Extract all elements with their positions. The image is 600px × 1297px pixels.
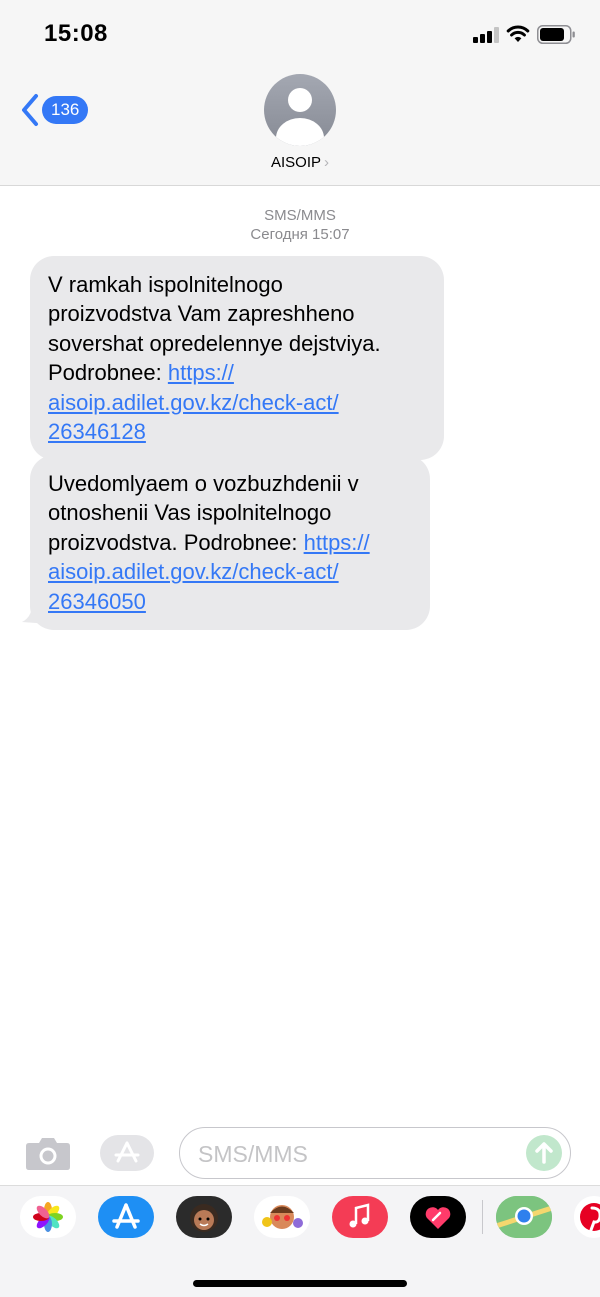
app-store-icon[interactable] xyxy=(98,1196,154,1238)
message-link[interactable]: aisoip.adilet.gov.kz/check-act/ xyxy=(48,559,339,584)
message-text-line: Uvedomlyaem o vozbuzhdenii v xyxy=(48,471,359,496)
message-text-line: sovershat opredelennye dejstviya. xyxy=(48,330,381,356)
status-bar: 15:08 xyxy=(0,0,600,66)
home-indicator xyxy=(193,1280,407,1287)
message-text-line: proizvodstva. Podrobnee: xyxy=(48,529,304,555)
cellular-signal-icon xyxy=(473,27,501,43)
camera-icon[interactable] xyxy=(25,1135,71,1171)
digital-touch-icon[interactable] xyxy=(410,1196,466,1238)
contact-avatar-icon xyxy=(264,74,336,146)
message-link[interactable]: https:// xyxy=(304,530,370,555)
wifi-icon xyxy=(506,25,530,42)
app-drawer xyxy=(0,1185,600,1297)
conversation-header: 136 AISOIP › xyxy=(0,66,600,186)
app-store-button[interactable] xyxy=(100,1135,154,1171)
message-link[interactable]: 26346050 xyxy=(48,589,146,614)
animoji-stickers-icon[interactable] xyxy=(254,1196,310,1238)
message-text-line: V ramkah ispolnitelnogo xyxy=(48,272,283,297)
conversation-meta: SMS/MMS Сегодня 15:07 xyxy=(0,206,600,244)
message-bubble[interactable]: V ramkah ispolnitelnogo proizvodstva Vam… xyxy=(30,256,444,461)
drawer-divider xyxy=(482,1200,483,1234)
message-link[interactable]: aisoip.adilet.gov.kz/check-act/ xyxy=(48,390,339,415)
contact-info-button[interactable]: AISOIP › xyxy=(0,74,600,171)
message-link[interactable]: https:// xyxy=(168,360,234,385)
message-link[interactable]: 26346128 xyxy=(48,419,146,444)
message-bubble[interactable]: Uvedomlyaem o vozbuzhdenii v otnoshenii … xyxy=(30,455,430,631)
memoji-icon[interactable] xyxy=(176,1196,232,1238)
message-input[interactable]: SMS/MMS xyxy=(179,1127,571,1179)
message-text-line: proizvodstva Vam zapreshheno xyxy=(48,301,355,327)
battery-icon xyxy=(537,25,575,44)
contact-name: AISOIP xyxy=(270,154,322,171)
maps-icon[interactable] xyxy=(496,1196,552,1238)
message-text-line: Podrobnee: xyxy=(48,360,168,386)
service-label: SMS/MMS xyxy=(264,207,336,224)
message-timestamp: Сегодня 15:07 xyxy=(250,226,350,243)
send-button[interactable] xyxy=(526,1135,562,1171)
status-time: 15:08 xyxy=(44,20,108,47)
send-arrow-icon xyxy=(535,1142,553,1164)
app-store-icon xyxy=(114,1141,140,1163)
message-text-line: otnoshenii Vas ispolnitelnogo xyxy=(48,500,332,526)
message-input-placeholder: SMS/MMS xyxy=(198,1141,308,1167)
photos-icon[interactable] xyxy=(20,1196,76,1238)
chevron-right-icon: › xyxy=(324,154,330,171)
pinterest-icon[interactable] xyxy=(574,1196,600,1238)
music-icon[interactable] xyxy=(332,1196,388,1238)
